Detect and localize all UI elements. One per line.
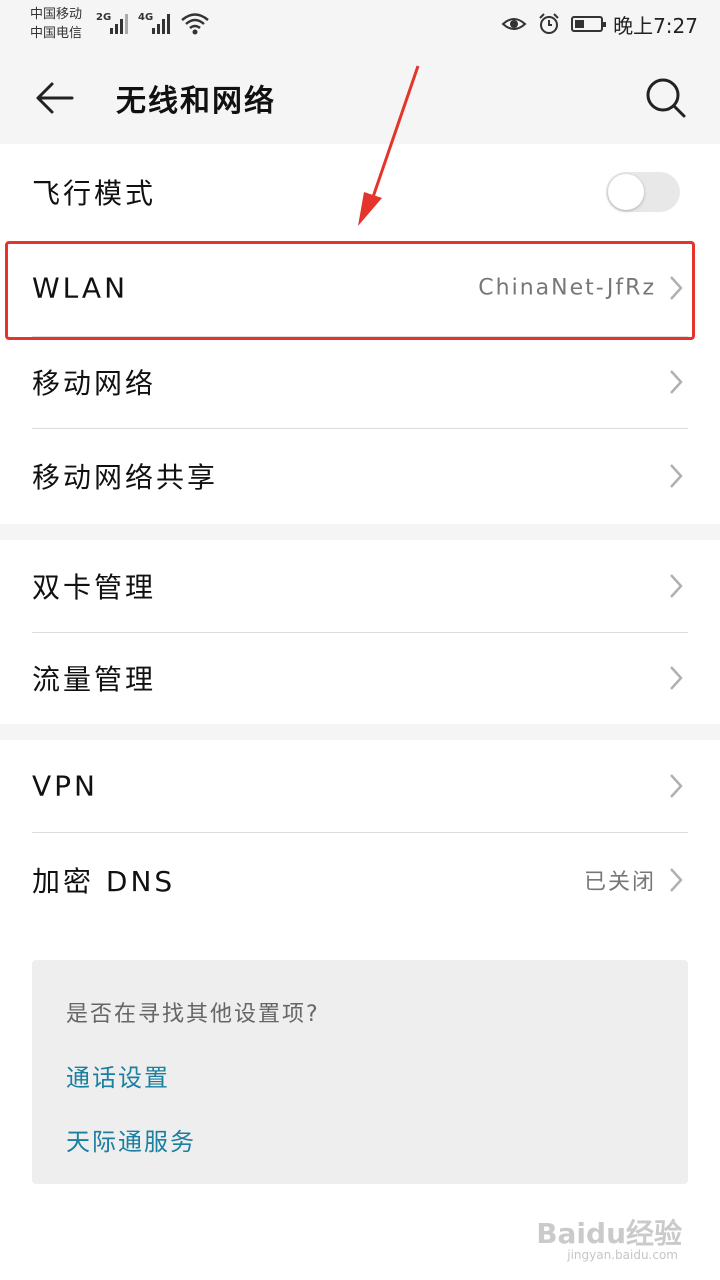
row-label: 加密 DNS [32,865,176,898]
suggestions-question: 是否在寻找其他设置项? [66,1002,320,1027]
settings-group-2: 双卡管理 流量管理 [0,540,720,724]
airplane-mode-row[interactable]: 飞行模式 [0,146,720,238]
wifi-icon [181,13,209,35]
toggle-knob [608,174,644,210]
chevron-right-icon [670,774,683,798]
hotspot-row[interactable]: 移动网络共享 [0,430,720,522]
alarm-icon [539,13,559,34]
mobile-network-row[interactable]: 移动网络 [0,336,720,428]
link-skytone-service[interactable]: 天际通服务 [66,1122,196,1157]
row-label: 移动网络 [32,367,157,400]
chevron-right-icon [670,370,683,394]
network-type-1: 2G [96,12,112,23]
watermark-url: jingyan.baidu.com [567,1248,678,1262]
chevron-right-icon [670,464,683,488]
watermark-logo: Baidu经验 [536,1217,682,1250]
row-label: 移动网络共享 [32,461,219,494]
status-bar: 中国移动 中国电信 2G 4G 晚上7:27 [0,0,720,48]
battery-icon [571,16,607,32]
link-call-settings[interactable]: 通话设置 [66,1058,170,1093]
row-label: 流量管理 [32,663,157,696]
app-bar: 无线和网络 [0,48,720,144]
carrier-info: 中国移动 中国电信 [30,5,82,43]
divider [32,832,688,833]
status-time: 晚上7:27 [613,13,698,38]
search-icon[interactable] [638,70,694,126]
private-dns-status: 已关闭 [583,870,656,895]
network-type-2: 4G [138,12,154,23]
row-label: VPN [32,769,98,803]
dual-sim-row[interactable]: 双卡管理 [0,540,720,632]
airplane-mode-toggle[interactable] [606,172,680,212]
row-label: 双卡管理 [32,571,157,604]
signal-icon [110,12,132,34]
back-arrow-icon[interactable] [28,72,80,124]
chevron-right-icon [670,666,683,690]
signal-icon [152,12,174,34]
carrier-1: 中国移动 [30,7,83,22]
chevron-right-icon [670,574,683,598]
page-title: 无线和网络 [116,84,276,119]
row-label: 飞行模式 [32,177,157,210]
eye-icon [501,18,527,30]
vpn-row[interactable]: VPN [0,740,720,832]
chevron-right-icon [670,868,683,892]
suggestions-card: 是否在寻找其他设置项? 通话设置 天际通服务 [32,960,688,1184]
data-usage-row[interactable]: 流量管理 [0,632,720,724]
private-dns-row[interactable]: 加密 DNS 已关闭 [0,834,720,926]
carrier-2: 中国电信 [30,26,83,41]
divider [32,428,688,429]
annotation-highlight-box [5,241,695,340]
